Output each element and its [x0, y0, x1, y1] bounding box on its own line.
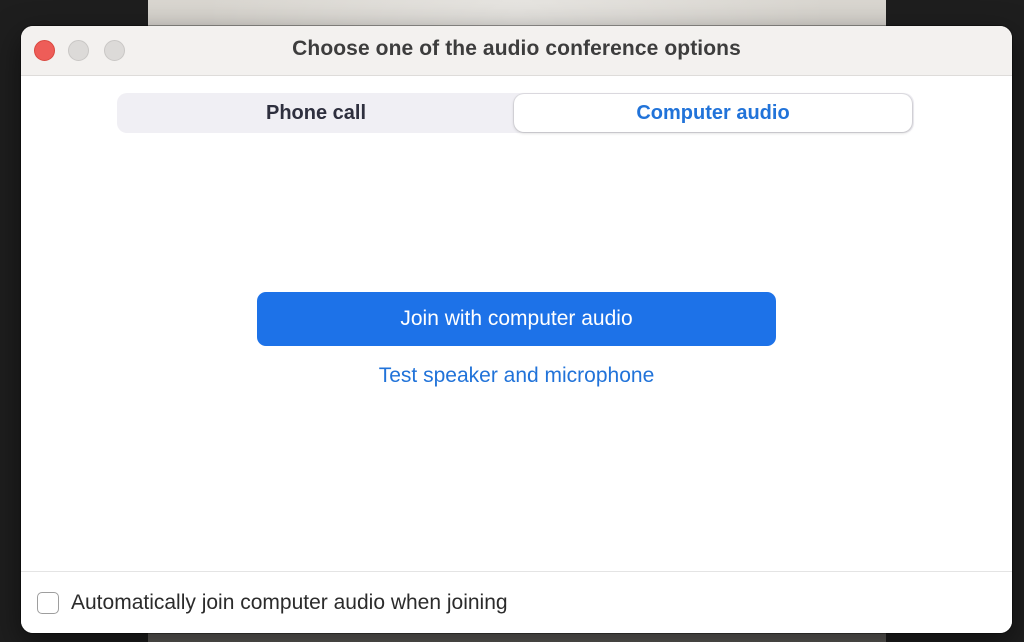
tab-phone-call[interactable]: Phone call	[117, 93, 515, 133]
window-title: Choose one of the audio conference optio…	[292, 37, 741, 60]
footer: Automatically join computer audio when j…	[21, 571, 1012, 633]
tab-computer-audio[interactable]: Computer audio	[514, 94, 912, 132]
join-computer-audio-button[interactable]: Join with computer audio	[257, 292, 776, 346]
auto-join-checkbox[interactable]	[37, 592, 59, 614]
title-bar: Choose one of the audio conference optio…	[21, 26, 1012, 76]
audio-mode-tabs: Phone call Computer audio	[117, 93, 914, 133]
test-speaker-microphone-link[interactable]: Test speaker and microphone	[21, 364, 1012, 388]
auto-join-label[interactable]: Automatically join computer audio when j…	[71, 591, 508, 615]
audio-options-dialog: Choose one of the audio conference optio…	[21, 26, 1012, 633]
